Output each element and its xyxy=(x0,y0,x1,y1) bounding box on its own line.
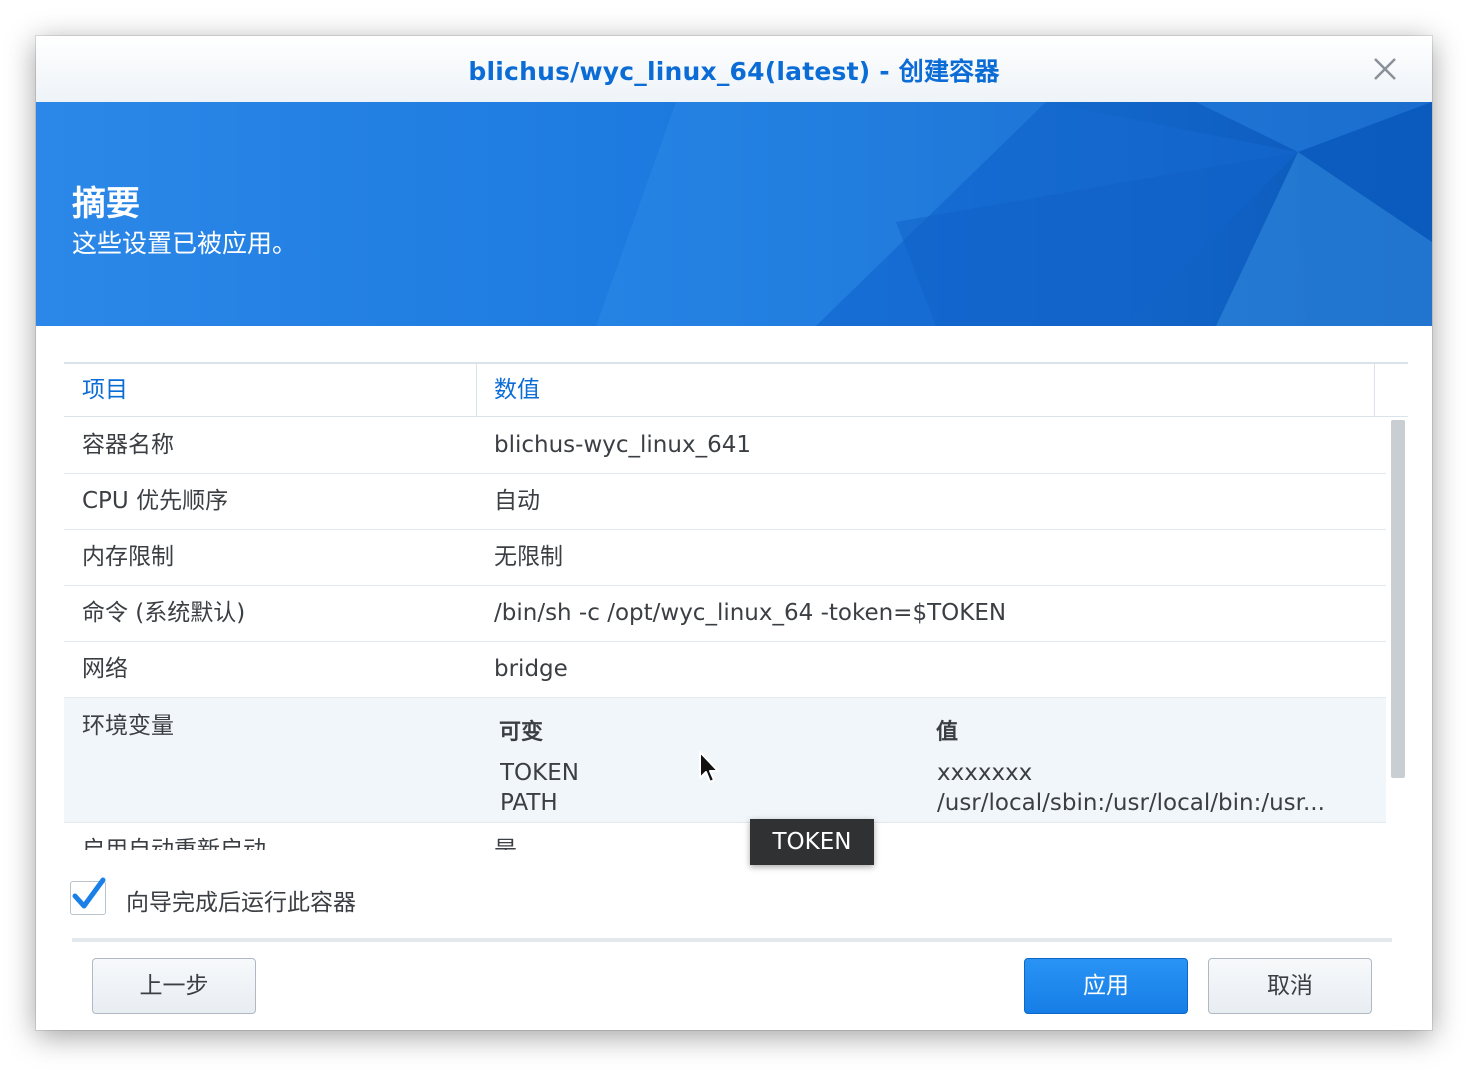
title-bar: blichus/wyc_linux_64(latest) - 创建容器 xyxy=(36,36,1432,102)
column-header-item[interactable]: 项目 xyxy=(82,364,128,416)
create-container-dialog: blichus/wyc_linux_64(latest) - 创建容器 摘要 这… xyxy=(36,36,1432,1030)
env-var-name: PATH xyxy=(500,790,558,816)
banner-background xyxy=(36,102,1432,326)
checkmark-icon xyxy=(72,877,106,909)
row-value: bridge xyxy=(494,656,568,682)
close-button[interactable] xyxy=(1370,54,1400,84)
table-row[interactable]: 网络 bridge xyxy=(64,642,1386,698)
table-header: 项目 数值 xyxy=(64,364,1408,417)
row-key: 内存限制 xyxy=(82,544,174,570)
apply-button[interactable]: 应用 xyxy=(1024,958,1188,1014)
row-key: 网络 xyxy=(82,656,128,682)
table-row-env[interactable]: 环境变量 可变 值 TOKEN xxxxxxx PATH /usr/local/… xyxy=(64,698,1386,823)
row-key: CPU 优先顺序 xyxy=(82,488,229,514)
summary-banner: 摘要 这些设置已被应用。 xyxy=(36,102,1432,326)
scrollbar-thumb[interactable] xyxy=(1391,420,1405,778)
env-var-value: xxxxxxx xyxy=(937,760,1033,786)
table-row[interactable]: 启用自动重新启动 是 xyxy=(64,823,1386,850)
row-key: 环境变量 xyxy=(82,713,174,739)
mouse-pointer-icon xyxy=(699,751,719,783)
env-header-value: 值 xyxy=(936,720,959,745)
column-header-value[interactable]: 数值 xyxy=(494,364,540,416)
run-after-label[interactable]: 向导完成后运行此容器 xyxy=(126,883,356,917)
row-value: blichus-wyc_linux_641 xyxy=(494,432,751,458)
banner-subtitle: 这些设置已被应用。 xyxy=(72,229,298,258)
row-value: 是 xyxy=(494,837,517,850)
banner-title: 摘要 xyxy=(72,184,140,224)
column-divider[interactable] xyxy=(476,364,477,416)
row-value: 自动 xyxy=(494,488,540,514)
column-divider xyxy=(1374,364,1375,416)
footer-divider xyxy=(72,938,1392,942)
back-button[interactable]: 上一步 xyxy=(92,958,256,1014)
table-row[interactable]: 容器名称 blichus-wyc_linux_641 xyxy=(64,418,1386,474)
window-title: blichus/wyc_linux_64(latest) - 创建容器 xyxy=(468,57,1000,86)
row-key: 命令 (系统默认) xyxy=(82,600,246,626)
row-value: /bin/sh -c /opt/wyc_linux_64 -token=$TOK… xyxy=(494,600,1007,626)
table-row[interactable]: 内存限制 无限制 xyxy=(64,530,1386,586)
env-var-value: /usr/local/sbin:/usr/local/bin:/usr... xyxy=(937,790,1325,816)
tooltip: TOKEN xyxy=(750,819,874,865)
table-row[interactable]: CPU 优先顺序 自动 xyxy=(64,474,1386,530)
cancel-button[interactable]: 取消 xyxy=(1208,958,1372,1014)
table-row[interactable]: 命令 (系统默认) /bin/sh -c /opt/wyc_linux_64 -… xyxy=(64,586,1386,642)
env-header-variable: 可变 xyxy=(499,720,544,745)
row-key: 容器名称 xyxy=(82,432,174,458)
summary-table: 项目 数值 容器名称 blichus-wyc_linux_641 CPU 优先顺… xyxy=(64,362,1408,850)
run-after-checkbox[interactable] xyxy=(70,877,106,915)
row-key: 启用自动重新启动 xyxy=(82,837,266,850)
close-icon xyxy=(1374,58,1396,80)
row-value: 无限制 xyxy=(494,544,563,570)
